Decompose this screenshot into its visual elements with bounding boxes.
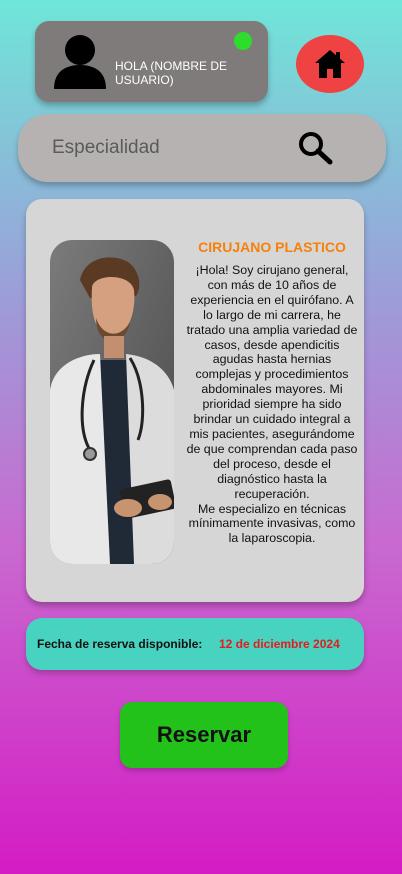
- reservation-date-label: Fecha de reserva disponible:: [37, 637, 203, 651]
- home-button[interactable]: [296, 35, 364, 93]
- home-icon: [315, 50, 345, 78]
- doctor-photo: [50, 240, 174, 564]
- user-card: HOLA (NOMBRE DE USUARIO): [35, 21, 268, 102]
- reserve-button[interactable]: Reservar: [120, 702, 288, 768]
- search-input[interactable]: Especialidad: [52, 137, 160, 159]
- reservation-date-value: 12 de diciembre 2024: [219, 637, 340, 651]
- doctor-bio: ¡Hola! Soy cirujano general, con más de …: [186, 263, 358, 546]
- reservation-date-bar: Fecha de reserva disponible: 12 de dicie…: [26, 618, 364, 670]
- search-bar[interactable]: Especialidad: [18, 114, 386, 182]
- online-status-dot: [234, 32, 252, 50]
- user-greeting: HOLA (NOMBRE DE USUARIO): [115, 59, 228, 87]
- doctor-specialty: CIRUJANO PLASTICO: [198, 239, 346, 255]
- search-icon[interactable]: [296, 130, 336, 166]
- doctor-card: CIRUJANO PLASTICO ¡Hola! Soy cirujano ge…: [26, 199, 364, 602]
- user-icon: [54, 35, 106, 89]
